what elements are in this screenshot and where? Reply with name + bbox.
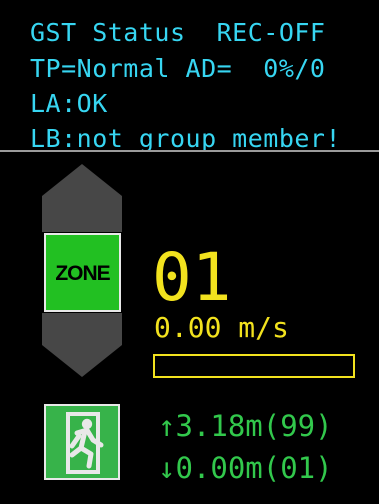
up-arrow-icon (42, 164, 122, 196)
down-arrow-shaft (42, 313, 122, 345)
status-lb-line: LB:not group member! (30, 124, 342, 153)
status-title-line: GST Status REC-OFF (30, 18, 326, 47)
status-la-line: LA:OK (30, 89, 108, 118)
up-arrow-shaft (42, 196, 122, 232)
status-header: GST Status REC-OFF TP=Normal AD= 0%/0 LA… (0, 0, 379, 153)
zone-label: ZONE (55, 262, 110, 285)
down-arrow-icon (42, 345, 122, 377)
floor-number: 01 (152, 239, 232, 316)
lower-distance-readout: ↓0.00m(01) (158, 451, 333, 485)
zone-indicator: ZONE (44, 233, 121, 312)
running-man-icon (66, 412, 104, 474)
speed-bar (153, 354, 355, 378)
upper-distance-readout: ↑3.18m(99) (158, 409, 333, 443)
status-tp-line: TP=Normal AD= 0%/0 (30, 54, 326, 83)
header-divider (0, 150, 379, 152)
emergency-exit-icon (44, 404, 120, 480)
speed-readout: 0.00 m/s (154, 311, 289, 344)
